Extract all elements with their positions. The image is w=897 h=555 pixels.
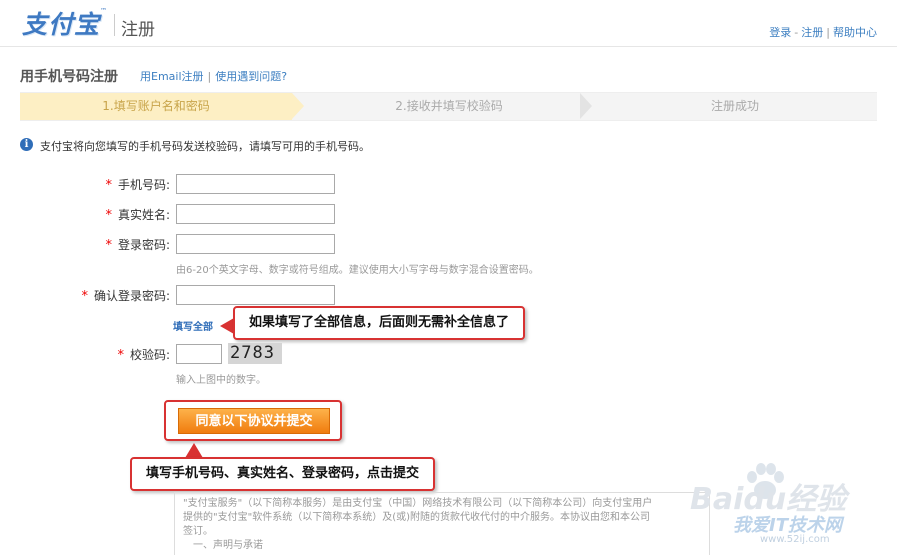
register-link[interactable]: 注册 [801,26,823,39]
required-mark: * [81,289,88,304]
help-problem-link[interactable]: 使用遇到问题? [215,70,287,83]
callout-pointer [220,318,234,334]
page-title: 注册 [121,20,155,40]
section-links: 用Email注册 | 使用遇到问题? [140,70,288,83]
confirm-password-input[interactable] [176,285,335,305]
confirm-label-text: 确认登录密码: [93,289,170,303]
alipay-logo[interactable]: 支付宝 ™ [22,6,107,40]
name-label: * 真实姓名: [60,206,170,223]
required-mark: * [105,178,112,193]
agreement-line: 提供的"支付宝"软件系统（以下简称本系统）及(或)附随的货款代收代付的中介服务。… [183,512,651,523]
progress-steps: 1.填写账户名和密码 2.接收并填写校验码 注册成功 [20,92,877,121]
captcha-label: * 校验码: [60,346,170,363]
logo-divider [114,14,115,36]
info-icon: i [20,138,33,151]
login-link[interactable]: 登录 [769,26,791,39]
phone-label-text: 手机号码: [117,178,170,192]
logo-trademark: ™ [100,7,108,15]
real-name-input[interactable] [176,204,335,224]
confirm-password-label: * 确认登录密码: [40,287,170,304]
captcha-label-text: 校验码: [129,348,170,362]
callout-pointer [185,443,203,458]
phone-input[interactable] [176,174,335,194]
captcha-image[interactable]: 2783 [228,343,282,364]
step-1: 1.填写账户名和密码 [20,93,292,120]
step-3: 注册成功 [710,99,759,113]
info-text: 支付宝将向您填写的手机号码发送校验码，请填写可用的手机号码。 [40,140,370,153]
password-label-text: 登录密码: [117,238,170,252]
help-center-link[interactable]: 帮助中心 [833,26,877,39]
step-2: 2.接收并填写校验码 [395,99,503,113]
step-1-arrow [292,93,304,119]
fill-all-link[interactable]: 填写全部 [173,318,213,333]
logo-text: 支付宝 [22,10,101,39]
password-hint: 由6-20个英文字母、数字或符号组成。建议使用大小写字母与数字混合设置密码。 [176,265,539,276]
agreement-line: 一、声明与承诺 [193,540,263,551]
agreement-box[interactable]: "支付宝服务"（以下简称本服务）是由支付宝（中国）网络技术有限公司（以下简称本公… [174,492,710,555]
password-input[interactable] [176,234,335,254]
required-mark: * [117,348,124,363]
agreement-line: 签订。 [183,526,213,537]
agree-submit-button[interactable]: 同意以下协议并提交 [178,408,330,434]
captcha-hint: 输入上图中的数字。 [176,375,266,386]
name-label-text: 真实姓名: [117,208,170,222]
captcha-input[interactable] [176,344,222,364]
password-label: * 登录密码: [60,236,170,253]
agreement-line: "支付宝服务"（以下简称本服务）是由支付宝（中国）网络技术有限公司（以下简称本公… [183,498,653,509]
section-title: 用手机号码注册 [20,69,118,85]
required-mark: * [105,238,112,253]
step-divider [580,93,592,119]
submit-callout: 填写手机号码、真实姓名、登录密码，点击提交 [130,457,436,491]
required-mark: * [105,208,112,223]
top-links: 登录 - 注册 | 帮助中心 [769,26,877,39]
fill-all-callout: 如果填写了全部信息，后面则无需补全信息了 [233,306,526,340]
email-register-link[interactable]: 用Email注册 [140,70,204,83]
url-watermark: www.52ij.com [760,534,830,545]
phone-label: * 手机号码: [60,176,170,193]
